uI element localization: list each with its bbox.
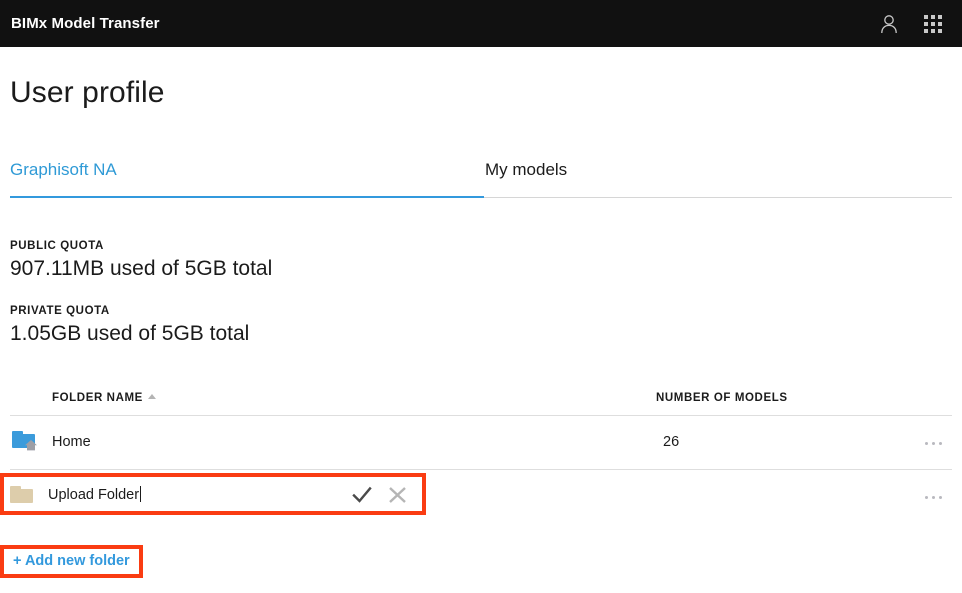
apps-grid-icon[interactable] xyxy=(919,10,947,38)
home-badge-icon xyxy=(25,440,37,451)
header-actions xyxy=(875,10,947,38)
column-header-folder-name[interactable]: FOLDER NAME xyxy=(52,392,156,404)
tab-graphisoft-na[interactable]: Graphisoft NA xyxy=(10,160,117,192)
private-quota-label: PRIVATE QUOTA xyxy=(10,305,110,317)
table-row[interactable]: Home 26 xyxy=(10,415,952,469)
add-new-folder-button[interactable]: + Add new folder xyxy=(0,545,143,578)
public-quota-label: PUBLIC QUOTA xyxy=(10,240,104,252)
cancel-folder-name-button[interactable] xyxy=(385,484,411,506)
column-header-number-of-models[interactable]: NUMBER OF MODELS xyxy=(656,392,788,404)
folder-home-icon xyxy=(12,430,42,454)
confirm-folder-name-button[interactable] xyxy=(349,484,375,506)
user-icon[interactable] xyxy=(875,10,903,38)
private-quota-block: PRIVATE QUOTA 1.05GB used of 5GB total xyxy=(10,305,249,346)
public-quota-block: PUBLIC QUOTA 907.11MB used of 5GB total xyxy=(10,240,272,281)
new-folder-name-input[interactable]: Upload Folder xyxy=(48,486,142,503)
app-title: BIMx Model Transfer xyxy=(11,15,160,32)
tab-active-indicator xyxy=(10,196,484,198)
model-count-cell: 26 xyxy=(663,434,680,450)
tab-bar: Graphisoft NA My models xyxy=(10,160,952,200)
private-quota-value: 1.05GB used of 5GB total xyxy=(10,322,250,345)
overflow-menu-icon[interactable] xyxy=(913,434,953,452)
folder-icon xyxy=(10,485,36,506)
app-header: BIMx Model Transfer xyxy=(0,0,962,47)
apps-grid-glyph xyxy=(924,14,942,33)
new-folder-name-value: Upload Folder xyxy=(48,487,140,503)
text-caret xyxy=(140,486,142,502)
column-header-folder-name-label: FOLDER NAME xyxy=(52,392,143,404)
overflow-menu-icon[interactable] xyxy=(913,488,953,506)
table-header-row: FOLDER NAME NUMBER OF MODELS xyxy=(10,385,952,415)
sort-ascending-icon xyxy=(147,394,156,399)
tab-my-models[interactable]: My models xyxy=(485,160,567,192)
page-title: User profile xyxy=(10,76,165,109)
folder-name-cell: Home xyxy=(52,434,91,450)
public-quota-value: 907.11MB used of 5GB total xyxy=(10,257,273,280)
new-folder-name-editor[interactable]: Upload Folder xyxy=(0,473,426,515)
folder-glyph xyxy=(12,430,38,451)
folder-glyph xyxy=(10,485,36,506)
add-new-folder-label: + Add new folder xyxy=(13,553,130,569)
